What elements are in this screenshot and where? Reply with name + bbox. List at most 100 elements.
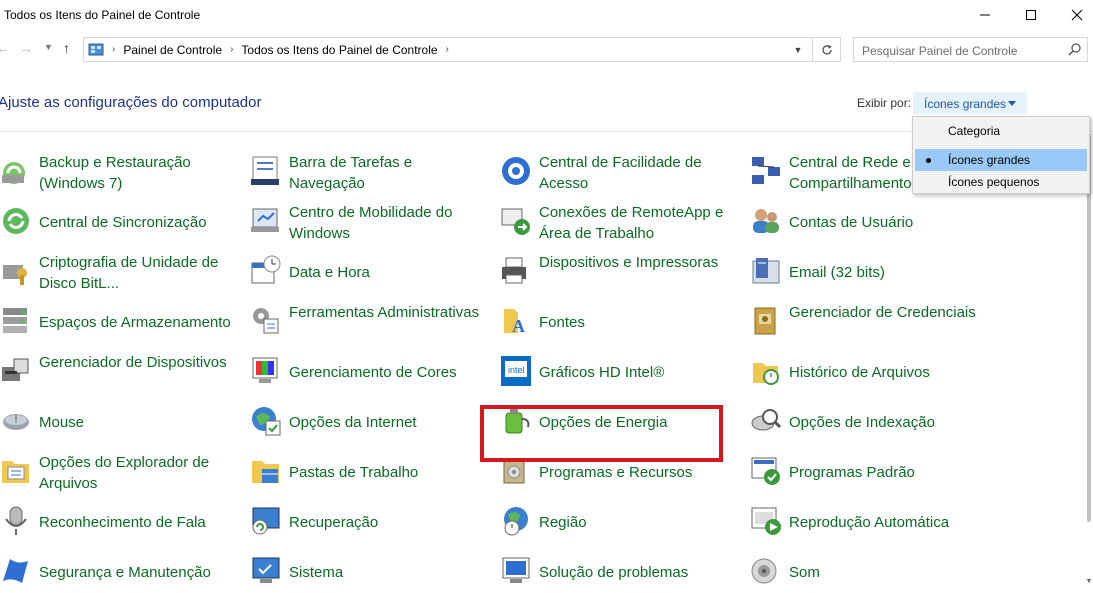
- control-panel-item[interactable]: Contas de Usuário: [750, 200, 990, 250]
- control-panel-item-label[interactable]: Sistema: [289, 562, 489, 583]
- menu-item-icones-pequenos[interactable]: Ícones pequenos: [915, 171, 1087, 193]
- control-panel-item[interactable]: A Fontes: [500, 300, 740, 350]
- control-panel-item-label[interactable]: Barra de Tarefas e Navegação: [289, 152, 489, 194]
- control-panel-item[interactable]: Reconhecimento de Fala: [0, 500, 240, 550]
- control-panel-item[interactable]: Gerenciador de Dispositivos: [0, 350, 240, 400]
- control-panel-item[interactable]: Centro de Mobilidade do Windows: [250, 200, 490, 250]
- control-panel-item-label[interactable]: Mouse: [39, 412, 239, 433]
- control-panel-item-label[interactable]: Gerenciamento de Cores: [289, 362, 489, 383]
- address-bar[interactable]: › Painel de Controle › Todos os Itens do…: [83, 37, 841, 62]
- control-panel-item[interactable]: Espaços de Armazenamento: [0, 300, 240, 350]
- control-panel-item-label[interactable]: Gráficos HD Intel®: [539, 362, 739, 383]
- control-panel-item[interactable]: Central de Facilidade de Acesso: [500, 150, 740, 200]
- control-panel-item[interactable]: Opções de Indexação: [750, 400, 990, 450]
- control-panel-item[interactable]: Sistema: [250, 550, 490, 593]
- control-panel-item-label[interactable]: Solução de problemas: [539, 562, 739, 583]
- control-panel-item[interactable]: Solução de problemas: [500, 550, 740, 593]
- vertical-scrollbar[interactable]: ▼: [1085, 132, 1093, 593]
- address-dropdown-icon[interactable]: ▼: [786, 38, 810, 61]
- credentials-icon: [754, 307, 776, 335]
- control-panel-item[interactable]: Ferramentas Administrativas: [250, 300, 490, 350]
- control-panel-item-label[interactable]: Som: [789, 562, 989, 583]
- control-panel-item[interactable]: intel Gráficos HD Intel®: [500, 350, 740, 400]
- control-panel-item-label[interactable]: Gerenciador de Dispositivos: [39, 352, 239, 373]
- control-panel-item-label[interactable]: Segurança e Manutenção: [39, 562, 239, 583]
- control-panel-item[interactable]: Conexões de RemoteApp e Área de Trabalho: [500, 200, 740, 250]
- control-panel-item-label[interactable]: Data e Hora: [289, 262, 489, 283]
- control-panel-item[interactable]: Barra de Tarefas e Navegação: [250, 150, 490, 200]
- control-panel-item-label[interactable]: Pastas de Trabalho: [289, 462, 489, 483]
- control-panel-item-label[interactable]: Opções da Internet: [289, 412, 489, 433]
- scroll-down-icon[interactable]: ▼: [1085, 578, 1093, 590]
- control-panel-item-label[interactable]: Programas Padrão: [789, 462, 989, 483]
- control-panel-item[interactable]: Central de Sincronização: [0, 200, 240, 250]
- close-button[interactable]: [1054, 0, 1093, 30]
- control-panel-item[interactable]: Data e Hora: [250, 250, 490, 300]
- control-panel-item[interactable]: Recuperação: [250, 500, 490, 550]
- control-panel-item[interactable]: Gerenciador de Credenciais: [750, 300, 990, 350]
- refresh-icon: [821, 44, 832, 54]
- back-icon[interactable]: ←: [0, 40, 10, 56]
- control-panel-item-label[interactable]: Central de Facilidade de Acesso: [539, 152, 739, 194]
- control-panel-item-label[interactable]: Conexões de RemoteApp e Área de Trabalho: [539, 202, 739, 244]
- control-panel-item-label[interactable]: Região: [539, 512, 739, 533]
- control-panel-item[interactable]: Opções da Internet: [250, 400, 490, 450]
- control-panel-item-label[interactable]: Fontes: [539, 312, 739, 333]
- control-panel-item-label[interactable]: Gerenciador de Credenciais: [789, 302, 989, 323]
- control-panel-item[interactable]: Dispositivos e Impressoras: [500, 250, 740, 300]
- control-panel-item-label[interactable]: Ferramentas Administrativas: [289, 302, 489, 323]
- control-panel-item[interactable]: Reprodução Automática: [750, 500, 990, 550]
- control-panel-item-label[interactable]: Contas de Usuário: [789, 212, 989, 233]
- minimize-button[interactable]: [962, 0, 1008, 30]
- control-panel-item[interactable]: Email (32 bits): [750, 250, 990, 300]
- menu-item-categoria[interactable]: Categoria: [915, 120, 1087, 142]
- navigation-bar: ← → ▼ ↑ › Painel de Controle › Todos os …: [0, 34, 1093, 66]
- control-panel-item-label[interactable]: Backup e Restauração (Windows 7): [39, 152, 239, 194]
- breadcrumb-all-items[interactable]: Todos os Itens do Painel de Controle: [241, 43, 437, 57]
- troubleshooting-icon: [502, 557, 530, 583]
- search-box[interactable]: Pesquisar Painel de Controle: [853, 37, 1088, 62]
- control-panel-item[interactable]: Segurança e Manutenção: [0, 550, 240, 593]
- control-panel-item-label[interactable]: Reconhecimento de Fala: [39, 512, 239, 533]
- control-panel-item-label[interactable]: Email (32 bits): [789, 262, 989, 283]
- control-panel-item-label[interactable]: Dispositivos e Impressoras: [539, 252, 739, 273]
- sound-icon: [751, 558, 777, 584]
- control-panel-item-label[interactable]: Opções do Explorador de Arquivos: [39, 452, 239, 494]
- control-panel-item-label[interactable]: Espaços de Armazenamento: [39, 312, 239, 333]
- control-panel-item-label[interactable]: Programas e Recursos: [539, 462, 739, 483]
- menu-item-icones-grandes[interactable]: Ícones grandes: [915, 149, 1087, 171]
- recent-locations-icon[interactable]: ▼: [44, 42, 53, 52]
- control-panel-item[interactable]: Backup e Restauração (Windows 7): [0, 150, 240, 200]
- up-icon[interactable]: ↑: [63, 40, 70, 56]
- control-panel-item[interactable]: Mouse: [0, 400, 240, 450]
- breadcrumb-control-panel[interactable]: Painel de Controle: [123, 43, 222, 57]
- control-panel-item-label[interactable]: Centro de Mobilidade do Windows: [289, 202, 489, 244]
- breadcrumb-separator[interactable]: ›: [446, 44, 449, 55]
- control-panel-item-label[interactable]: Recuperação: [289, 512, 489, 533]
- view-by-dropdown[interactable]: Ícones grandes: [913, 92, 1027, 114]
- control-panel-item-label[interactable]: Histórico de Arquivos: [789, 362, 989, 383]
- file-history-icon: [753, 363, 779, 385]
- control-panel-item-label[interactable]: Opções de Indexação: [789, 412, 989, 433]
- remoteapp-icon: [501, 208, 530, 235]
- control-panel-item-label[interactable]: Criptografia de Unidade de Disco BitL...: [39, 252, 239, 294]
- refresh-button[interactable]: [812, 38, 840, 61]
- highlight-box: [480, 405, 723, 462]
- control-panel-item[interactable]: Pastas de Trabalho: [250, 450, 490, 500]
- control-panel-item[interactable]: Programas Padrão: [750, 450, 990, 500]
- control-panel-item[interactable]: Criptografia de Unidade de Disco BitL...: [0, 250, 240, 300]
- menu-item-label: Ícones grandes: [948, 153, 1031, 167]
- control-panel-item[interactable]: Gerenciamento de Cores: [250, 350, 490, 400]
- control-panel-item-label[interactable]: Reprodução Automática: [789, 512, 989, 533]
- search-icon[interactable]: [1067, 41, 1083, 57]
- forward-icon[interactable]: →: [19, 40, 33, 56]
- user-accounts-icon: [753, 209, 779, 233]
- ease-of-access-icon: [502, 157, 530, 185]
- control-panel-item[interactable]: Som: [750, 550, 990, 593]
- work-folders-icon: [252, 461, 279, 483]
- control-panel-item[interactable]: Opções do Explorador de Arquivos: [0, 450, 240, 500]
- control-panel-item[interactable]: Histórico de Arquivos: [750, 350, 990, 400]
- control-panel-item[interactable]: Região: [500, 500, 740, 550]
- control-panel-item-label[interactable]: Central de Sincronização: [39, 212, 239, 233]
- maximize-button[interactable]: [1008, 0, 1054, 30]
